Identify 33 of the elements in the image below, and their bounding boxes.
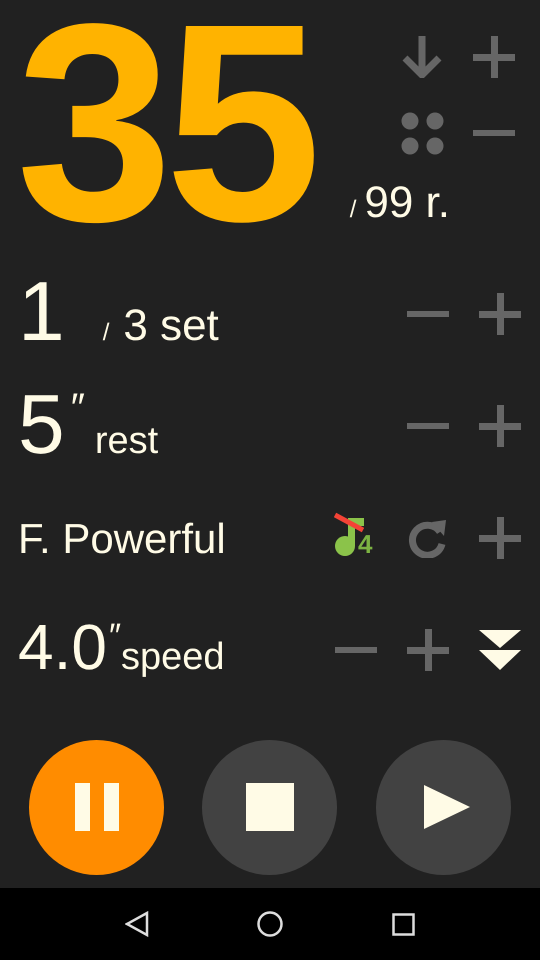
- plus-icon: [479, 293, 521, 335]
- recents-icon: [392, 912, 415, 936]
- slash-text: /: [350, 195, 356, 225]
- speed-value: 4.0: [18, 614, 107, 678]
- pause-icon: [74, 783, 119, 831]
- total-text: 99 r.: [364, 177, 450, 229]
- seconds-mark: ″: [70, 385, 85, 432]
- back-icon: [124, 911, 149, 937]
- minus-icon: [473, 130, 515, 136]
- set-total: 3 set: [123, 300, 219, 352]
- minus-icon: [335, 647, 377, 653]
- rest-value: 5: [18, 382, 65, 466]
- plus-icon: [479, 405, 521, 447]
- plus-icon: [407, 629, 449, 671]
- tempo-button[interactable]: 4: [320, 503, 392, 573]
- home-icon: [256, 911, 283, 937]
- voice-label: F. Powerful: [18, 514, 226, 564]
- double-chevron-icon: [479, 630, 521, 670]
- play-icon: [424, 785, 470, 829]
- dots-icon: [400, 112, 444, 154]
- arrow-down-icon: [401, 36, 443, 78]
- plus-icon: [473, 36, 515, 78]
- refresh-icon: [408, 518, 448, 558]
- minus-icon: [407, 311, 449, 317]
- counter-value: 35: [16, 0, 314, 258]
- minus-icon: [407, 423, 449, 429]
- set-value: 1: [18, 269, 65, 353]
- speed-label: speed: [121, 634, 225, 680]
- stop-icon: [246, 783, 294, 831]
- plus-icon: [479, 517, 521, 559]
- seconds-mark: ″: [108, 616, 122, 656]
- rest-label: rest: [94, 419, 158, 464]
- slash-text: /: [102, 318, 110, 348]
